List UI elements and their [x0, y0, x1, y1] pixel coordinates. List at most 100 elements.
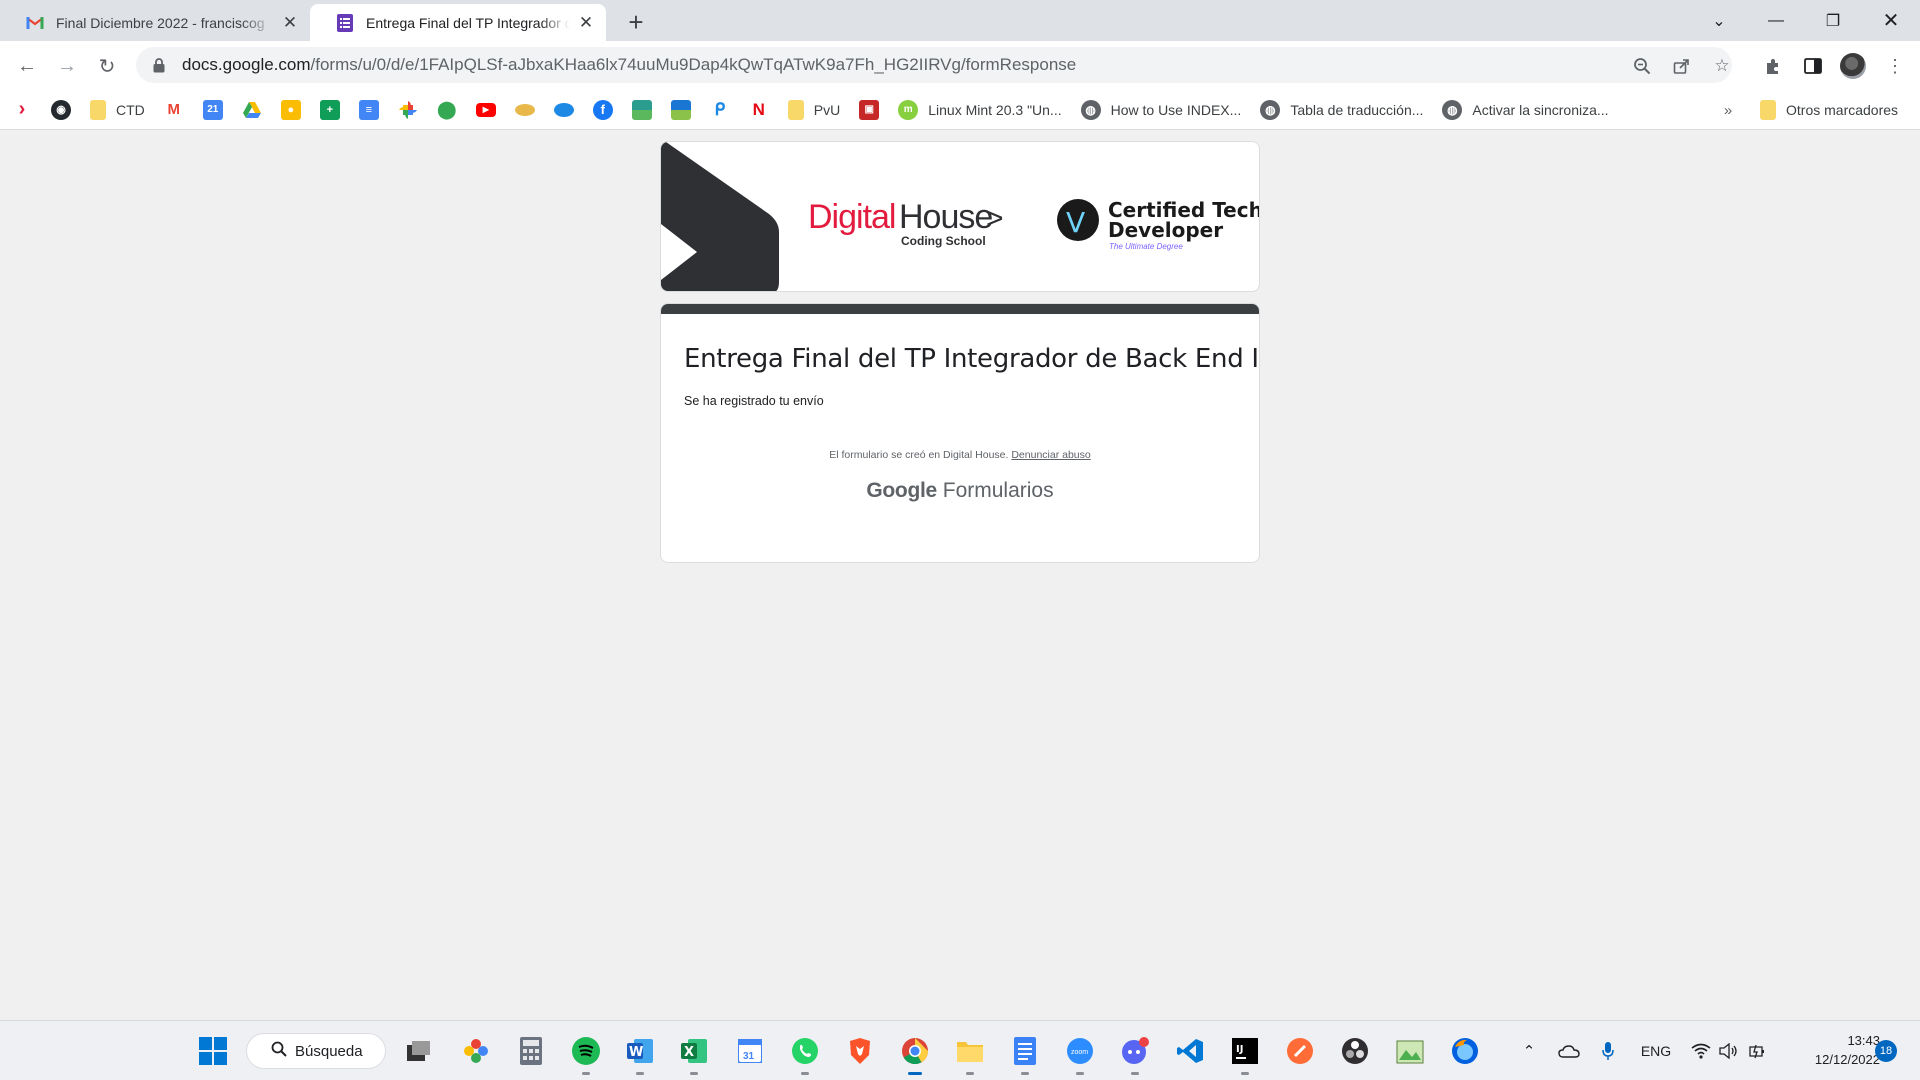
bookmark-item[interactable]: ◉ — [51, 96, 71, 124]
bookmark-item[interactable] — [631, 96, 652, 124]
bookmark-star-icon[interactable]: ☆ — [1712, 56, 1732, 76]
back-button[interactable]: ← — [10, 49, 44, 83]
minimize-button[interactable]: — — [1753, 0, 1799, 41]
new-tab-button[interactable]: + — [620, 6, 652, 38]
hidden-icons-chevron[interactable]: ⌃ — [1518, 1039, 1540, 1063]
bookmark-item[interactable] — [514, 96, 535, 124]
notepad-icon[interactable] — [1009, 1035, 1041, 1075]
taskbar-search[interactable]: Búsqueda — [246, 1033, 386, 1069]
discord-icon[interactable] — [1119, 1035, 1151, 1075]
bookmark-item[interactable]: ◍ Activar la sincroniza... — [1442, 96, 1609, 124]
brand-digital: Digital — [808, 198, 895, 236]
bookmark-item[interactable]: ◍ How to Use INDEX... — [1080, 96, 1241, 124]
start-icon[interactable] — [197, 1035, 229, 1067]
tab-search-icon[interactable]: ⌄ — [1696, 0, 1742, 41]
wifi-icon[interactable] — [1690, 1039, 1712, 1063]
keep-icon: ● — [280, 99, 301, 120]
volume-icon[interactable] — [1718, 1039, 1740, 1063]
other-bookmarks-folder[interactable]: Otros marcadores — [1760, 96, 1898, 124]
spotify-icon[interactable] — [570, 1035, 602, 1075]
close-icon[interactable]: ✕ — [280, 13, 300, 33]
bookmark-item[interactable]: ◍ Tabla de traducción... — [1260, 96, 1423, 124]
forms-icon — [336, 13, 354, 32]
bookmark-item[interactable]: ▣ — [859, 96, 880, 124]
vscode-icon[interactable] — [1174, 1035, 1206, 1067]
reload-button[interactable]: ↻ — [90, 49, 124, 83]
bookmark-item[interactable]: M — [164, 96, 184, 124]
banner-graphic: Digital House > Coding School V Certifie… — [661, 142, 1259, 291]
bookmark-item[interactable]: › — [12, 96, 32, 124]
whatsapp-icon[interactable] — [789, 1035, 821, 1075]
bookmark-item[interactable] — [398, 96, 418, 124]
calculator-icon[interactable] — [515, 1035, 547, 1067]
brand-house: House — [899, 198, 992, 236]
svg-text:31: 31 — [743, 1051, 755, 1062]
close-icon[interactable]: ✕ — [576, 13, 596, 33]
svg-text:X: X — [684, 1045, 694, 1060]
google-forms-logo[interactable]: Google Formularios — [660, 479, 1260, 503]
bookmark-item[interactable] — [242, 96, 262, 124]
brave-icon[interactable] — [844, 1035, 876, 1067]
bookmark-item[interactable] — [670, 96, 691, 124]
lock-icon[interactable] — [150, 56, 168, 74]
excel-icon[interactable]: X — [678, 1035, 710, 1075]
bookmark-item[interactable]: ▶ — [475, 96, 496, 124]
report-abuse-link[interactable]: Denunciar abuso — [1011, 449, 1090, 461]
intellij-icon[interactable]: IJ — [1229, 1035, 1261, 1075]
tab-forms[interactable]: Entrega Final del TP Integrador de Back … — [310, 4, 606, 41]
bookmark-item[interactable]: N — [749, 96, 769, 124]
bookmark-item[interactable]: ≡ — [358, 96, 379, 124]
tab-gmail[interactable]: Final Diciembre 2022 - franciscog ✕ — [0, 4, 310, 41]
file-explorer-icon[interactable] — [954, 1035, 986, 1075]
bookmark-item[interactable]: ᑭ — [710, 96, 730, 124]
microphone-icon[interactable] — [1598, 1039, 1618, 1063]
zoom-icon[interactable] — [1632, 56, 1652, 76]
obs-icon[interactable] — [1339, 1035, 1371, 1067]
profile-avatar[interactable] — [1840, 53, 1866, 79]
share-icon[interactable] — [1672, 56, 1692, 76]
extensions-icon[interactable] — [1762, 55, 1784, 77]
landscape-icon — [631, 99, 652, 120]
bookmark-item[interactable]: + — [319, 96, 340, 124]
facebook-icon: f — [592, 99, 613, 120]
menu-icon[interactable]: ⋮ — [1884, 55, 1906, 77]
close-window-button[interactable]: ✕ — [1868, 0, 1914, 41]
language-indicator[interactable]: ENG — [1638, 1039, 1674, 1063]
photos-app-icon[interactable] — [460, 1035, 492, 1067]
onedrive-icon[interactable] — [1556, 1039, 1582, 1063]
side-panel-icon[interactable] — [1802, 55, 1824, 77]
chrome-icon[interactable] — [899, 1035, 931, 1075]
bookmark-item[interactable]: f — [592, 96, 613, 124]
more-bookmarks-button[interactable]: » — [1716, 96, 1740, 124]
folder-icon-2 — [787, 99, 804, 120]
notification-badge[interactable]: 18 — [1875, 1040, 1897, 1062]
browser-toolbar: ← → ↻ docs.google.com/forms/u/0/d/e/1FAI… — [0, 41, 1920, 90]
zoom-app-icon[interactable]: zoom — [1064, 1035, 1096, 1075]
clock-date: 12/12/2022 — [1814, 1052, 1880, 1067]
address-bar[interactable]: docs.google.com/forms/u/0/d/e/1FAIpQLSf-… — [136, 47, 1732, 83]
bookmarks-bar: › ◉ CTD M 21 ● + ≡ ⬤ ▶ f ᑭ N PvU ▣ m Linu… — [0, 90, 1920, 130]
bookmark-item[interactable]: 21 — [202, 96, 223, 124]
bookmark-folder[interactable]: PvU — [787, 96, 840, 124]
arrow-red-icon: › — [18, 98, 26, 120]
github-icon: ◉ — [51, 99, 71, 120]
postman-icon[interactable] — [1284, 1035, 1316, 1067]
forward-button[interactable]: → — [50, 49, 84, 83]
form-confirmation-card: Entrega Final del TP Integrador de Back … — [660, 303, 1260, 563]
bookmark-item[interactable]: m Linux Mint 20.3 "Un... — [898, 96, 1062, 124]
bookmark-item[interactable]: ⬤ — [437, 96, 457, 124]
calendar-app-icon[interactable]: 31 — [734, 1035, 766, 1067]
firefox-icon[interactable] — [1449, 1035, 1481, 1067]
drive-icon — [242, 100, 262, 120]
task-view-icon[interactable] — [403, 1035, 435, 1067]
bookmark-item[interactable] — [553, 96, 574, 124]
word-icon[interactable]: W — [624, 1035, 656, 1075]
url-host: docs.google.com — [182, 55, 311, 74]
restore-button[interactable]: ❐ — [1810, 0, 1856, 41]
battery-icon[interactable] — [1746, 1039, 1768, 1063]
system-clock[interactable]: 13:43 12/12/2022 — [1790, 1031, 1880, 1069]
footnote-text: El formulario se creó en Digital House. — [829, 449, 1009, 461]
image-editor-icon[interactable] — [1394, 1035, 1426, 1067]
bookmark-folder[interactable]: CTD — [90, 96, 145, 124]
bookmark-item[interactable]: ● — [280, 96, 301, 124]
